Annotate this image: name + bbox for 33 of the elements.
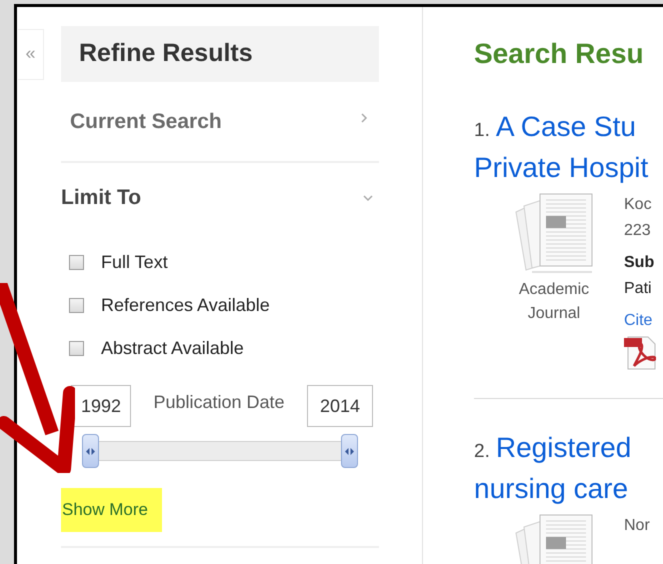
range-label: Publication Date — [153, 390, 285, 414]
checkbox-label: Abstract Available — [101, 337, 244, 360]
result-title[interactable]: nursing care — [474, 470, 663, 507]
document-type: Academic Journal — [518, 280, 590, 324]
checkbox[interactable] — [69, 298, 84, 313]
checkbox[interactable] — [69, 255, 84, 270]
result-meta: Nor — [624, 516, 650, 536]
section-title[interactable]: Current Search — [70, 106, 222, 138]
results-heading: Search Resu — [474, 37, 645, 71]
result-title[interactable]: Private Hospit — [474, 149, 663, 186]
panel-title: Refine Results — [61, 26, 379, 82]
slider-handle[interactable] — [82, 434, 99, 468]
subject-text: Pati — [624, 279, 653, 299]
slider-handle[interactable] — [341, 434, 358, 468]
checkbox[interactable] — [69, 341, 84, 356]
result-title[interactable]: A Case Stu — [496, 108, 636, 145]
year-to-field[interactable]: 2014 — [307, 385, 373, 427]
pdf-icon[interactable] — [624, 336, 656, 370]
checkbox-label: References Available — [101, 294, 270, 317]
chevron-down-icon[interactable] — [363, 194, 373, 202]
subject-label: Sub — [624, 253, 656, 273]
result-meta: Koc — [624, 195, 653, 215]
cite-link[interactable]: Cite — [624, 308, 656, 334]
result-meta: 223 — [624, 221, 652, 241]
checkbox-label: Full Text — [101, 251, 168, 274]
chevron-right-icon[interactable] — [359, 112, 369, 122]
year-from-field[interactable]: 1992 — [71, 385, 131, 427]
result-number: 2. — [474, 440, 490, 464]
slider-track[interactable] — [82, 434, 358, 468]
result-number: 1. — [474, 119, 490, 143]
section-title[interactable]: Limit To — [61, 182, 142, 214]
result-title[interactable]: Registered — [496, 429, 632, 466]
show-more-link[interactable]: Show More — [61, 488, 162, 532]
